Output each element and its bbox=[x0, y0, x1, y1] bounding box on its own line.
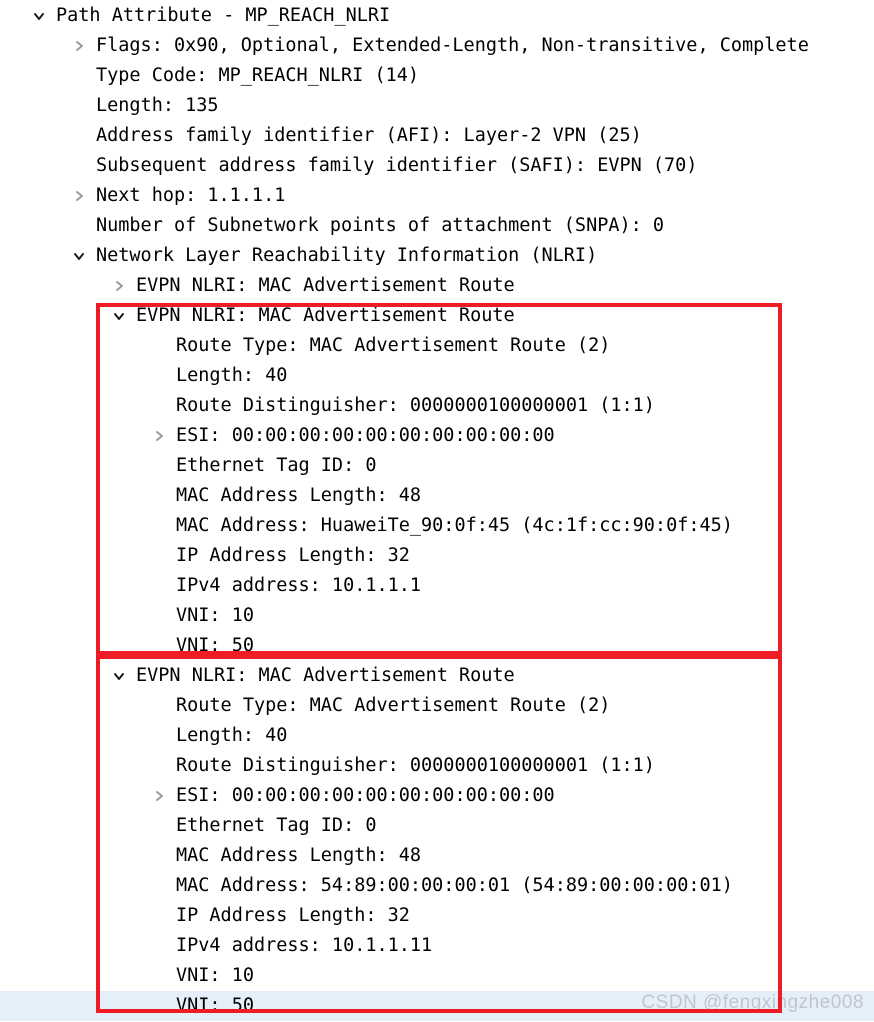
row-esi-3-label: ESI: 00:00:00:00:00:00:00:00:00:00 bbox=[176, 785, 555, 806]
row-vni-10-2[interactable]: VNI: 10 bbox=[0, 601, 874, 631]
row-flags-label: Flags: 0x90, Optional, Extended-Length, … bbox=[96, 35, 809, 56]
row-evpn-nlri-2[interactable]: EVPN NLRI: MAC Advertisement Route bbox=[0, 301, 874, 331]
chevron-right-icon[interactable] bbox=[148, 781, 170, 811]
row-evpn-nlri-1-label: EVPN NLRI: MAC Advertisement Route bbox=[136, 275, 515, 296]
row-snpa-label: Number of Subnetwork points of attachmen… bbox=[96, 215, 665, 236]
row-mac-address-3[interactable]: MAC Address: 54:89:00:00:00:01 (54:89:00… bbox=[0, 871, 874, 901]
row-safi-label: Subsequent address family identifier (SA… bbox=[96, 155, 698, 176]
row-next-hop[interactable]: Next hop: 1.1.1.1 bbox=[0, 181, 874, 211]
row-route-type-2[interactable]: Route Type: MAC Advertisement Route (2) bbox=[0, 331, 874, 361]
chevron-right-icon[interactable] bbox=[68, 31, 90, 61]
row-mac-address-3-label: MAC Address: 54:89:00:00:00:01 (54:89:00… bbox=[176, 875, 733, 896]
row-mac-address-2-label: MAC Address: HuaweiTe_90:0f:45 (4c:1f:cc… bbox=[176, 515, 733, 536]
row-path-attribute-mp-reach-nlri-label: Path Attribute - MP_REACH_NLRI bbox=[56, 5, 391, 26]
chevron-right-icon[interactable] bbox=[68, 181, 90, 211]
row-ethernet-tag-id-2-label: Ethernet Tag ID: 0 bbox=[176, 455, 377, 476]
row-ip-address-length-3[interactable]: IP Address Length: 32 bbox=[0, 901, 874, 931]
row-length-label: Length: 135 bbox=[96, 95, 219, 116]
row-length-3-label: Length: 40 bbox=[176, 725, 288, 746]
row-mac-address-length-2-label: MAC Address Length: 48 bbox=[176, 485, 422, 506]
row-ipv4-address-3[interactable]: IPv4 address: 10.1.1.11 bbox=[0, 931, 874, 961]
packet-details-tree[interactable]: Path Attribute - MP_REACH_NLRI Flags: 0x9… bbox=[0, 0, 874, 1022]
row-route-distinguisher-3-label: Route Distinguisher: 0000000100000001 (1… bbox=[176, 755, 655, 776]
row-vni-10-3[interactable]: VNI: 10 bbox=[0, 961, 874, 991]
row-flags[interactable]: Flags: 0x90, Optional, Extended-Length, … bbox=[0, 31, 874, 61]
chevron-right-icon[interactable] bbox=[108, 271, 130, 301]
row-ethernet-tag-id-3-label: Ethernet Tag ID: 0 bbox=[176, 815, 377, 836]
row-evpn-nlri-1[interactable]: EVPN NLRI: MAC Advertisement Route bbox=[0, 271, 874, 301]
row-esi-2[interactable]: ESI: 00:00:00:00:00:00:00:00:00:00 bbox=[0, 421, 874, 451]
row-length-2-label: Length: 40 bbox=[176, 365, 288, 386]
row-type-code-label: Type Code: MP_REACH_NLRI (14) bbox=[96, 65, 420, 86]
row-mac-address-length-3-label: MAC Address Length: 48 bbox=[176, 845, 422, 866]
chevron-down-icon[interactable] bbox=[108, 661, 130, 691]
row-snpa[interactable]: Number of Subnetwork points of attachmen… bbox=[0, 211, 874, 241]
row-safi[interactable]: Subsequent address family identifier (SA… bbox=[0, 151, 874, 181]
row-path-attribute-mp-reach-nlri[interactable]: Path Attribute - MP_REACH_NLRI bbox=[0, 1, 874, 31]
row-ethernet-tag-id-3[interactable]: Ethernet Tag ID: 0 bbox=[0, 811, 874, 841]
row-length-3[interactable]: Length: 40 bbox=[0, 721, 874, 751]
row-vni-10-2-label: VNI: 10 bbox=[176, 605, 254, 626]
row-route-type-3[interactable]: Route Type: MAC Advertisement Route (2) bbox=[0, 691, 874, 721]
row-mac-address-2[interactable]: MAC Address: HuaweiTe_90:0f:45 (4c:1f:cc… bbox=[0, 511, 874, 541]
row-ip-address-length-2[interactable]: IP Address Length: 32 bbox=[0, 541, 874, 571]
row-route-distinguisher-2[interactable]: Route Distinguisher: 0000000100000001 (1… bbox=[0, 391, 874, 421]
row-mac-address-length-3[interactable]: MAC Address Length: 48 bbox=[0, 841, 874, 871]
row-evpn-nlri-3-label: EVPN NLRI: MAC Advertisement Route bbox=[136, 665, 515, 686]
row-next-hop-label: Next hop: 1.1.1.1 bbox=[96, 185, 286, 206]
chevron-down-icon[interactable] bbox=[68, 241, 90, 271]
row-route-type-2-label: Route Type: MAC Advertisement Route (2) bbox=[176, 335, 611, 356]
row-ethernet-tag-id-2[interactable]: Ethernet Tag ID: 0 bbox=[0, 451, 874, 481]
row-ipv4-address-2-label: IPv4 address: 10.1.1.1 bbox=[176, 575, 422, 596]
row-afi-label: Address family identifier (AFI): Layer-2… bbox=[96, 125, 642, 146]
row-evpn-nlri-3[interactable]: EVPN NLRI: MAC Advertisement Route bbox=[0, 661, 874, 691]
row-ip-address-length-3-label: IP Address Length: 32 bbox=[176, 905, 410, 926]
row-evpn-nlri-2-label: EVPN NLRI: MAC Advertisement Route bbox=[136, 305, 515, 326]
row-mac-address-length-2[interactable]: MAC Address Length: 48 bbox=[0, 481, 874, 511]
row-type-code[interactable]: Type Code: MP_REACH_NLRI (14) bbox=[0, 61, 874, 91]
row-vni-10-3-label: VNI: 10 bbox=[176, 965, 254, 986]
row-vni-50-2-label: VNI: 50 bbox=[176, 635, 254, 656]
row-ip-address-length-2-label: IP Address Length: 32 bbox=[176, 545, 410, 566]
chevron-down-icon[interactable] bbox=[108, 301, 130, 331]
chevron-down-icon[interactable] bbox=[28, 1, 50, 31]
csdn-watermark: CSDN @fengxingzhe008 bbox=[641, 992, 864, 1013]
row-esi-3[interactable]: ESI: 00:00:00:00:00:00:00:00:00:00 bbox=[0, 781, 874, 811]
row-ipv4-address-3-label: IPv4 address: 10.1.1.11 bbox=[176, 935, 433, 956]
row-vni-50-3-label: VNI: 50 bbox=[176, 995, 254, 1016]
row-length-2[interactable]: Length: 40 bbox=[0, 361, 874, 391]
row-route-distinguisher-2-label: Route Distinguisher: 0000000100000001 (1… bbox=[176, 395, 655, 416]
chevron-right-icon[interactable] bbox=[148, 421, 170, 451]
row-route-type-3-label: Route Type: MAC Advertisement Route (2) bbox=[176, 695, 611, 716]
row-nlri-label: Network Layer Reachability Information (… bbox=[96, 245, 598, 266]
row-vni-50-2[interactable]: VNI: 50 bbox=[0, 631, 874, 661]
row-length[interactable]: Length: 135 bbox=[0, 91, 874, 121]
row-afi[interactable]: Address family identifier (AFI): Layer-2… bbox=[0, 121, 874, 151]
row-ipv4-address-2[interactable]: IPv4 address: 10.1.1.1 bbox=[0, 571, 874, 601]
row-nlri[interactable]: Network Layer Reachability Information (… bbox=[0, 241, 874, 271]
row-route-distinguisher-3[interactable]: Route Distinguisher: 0000000100000001 (1… bbox=[0, 751, 874, 781]
row-esi-2-label: ESI: 00:00:00:00:00:00:00:00:00:00 bbox=[176, 425, 555, 446]
